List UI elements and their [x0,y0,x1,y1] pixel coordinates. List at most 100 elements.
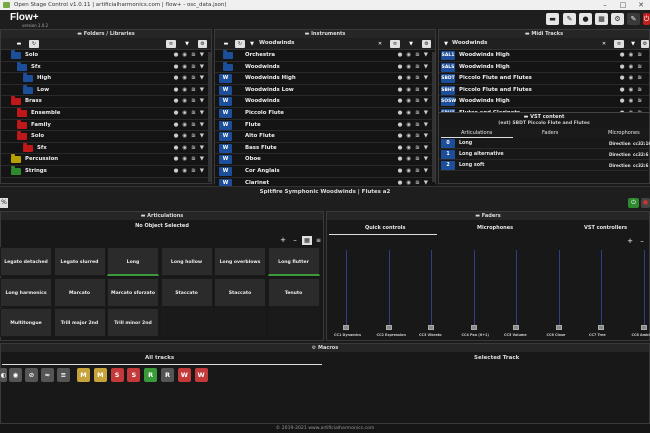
folder-icon[interactable]: ▬ [546,13,559,25]
folder-row[interactable]: Low ●◉≋▼ [1,84,211,97]
fader-track[interactable] [601,250,602,325]
folder-row[interactable]: Brass ●◉≋▼ [1,96,211,108]
vst-tab-faders[interactable]: Faders [542,130,558,136]
row-controls-icons[interactable]: ●◉≋▼ [174,143,208,154]
instrument-row[interactable]: W Cor Anglais ●◉≋▼ [215,165,435,178]
list-icon[interactable]: ≡ [57,368,70,382]
fader-track[interactable] [516,250,517,325]
articulation-cell[interactable]: Legato slurred [53,247,106,276]
record-icon[interactable]: ● [641,198,650,208]
fader-handle[interactable] [343,325,349,330]
folders-scrollbar[interactable] [208,52,211,182]
midi-track-row[interactable]: SBDT Piccolo Flute and Flutes ●◉≋ [439,73,649,85]
row-controls-icons[interactable]: ●◉≋▼ [174,166,208,177]
row-controls-icons[interactable]: ●◉≋ [620,50,646,61]
vst-articulation-row[interactable]: 2 Long soft Direction cc32:6 [439,160,649,171]
articulation-cell[interactable]: Long flutter [267,247,320,276]
row-controls-icons[interactable]: ●◉≋▼ [398,154,432,165]
instrument-row[interactable]: W Woodwinds Low ●◉≋▼ [215,84,435,97]
fader-track[interactable] [346,250,347,325]
automation-icon[interactable]: ≈ [41,368,54,382]
tab-selected-track[interactable]: Selected Track [474,355,519,361]
instrument-row[interactable]: W Piccolo Flute ●◉≋▼ [215,107,435,120]
macro-button-r[interactable]: R [144,368,158,382]
grid-icon[interactable]: ▦ [595,13,608,25]
articulation-cell[interactable]: Multitongue [0,308,52,337]
fader-track[interactable] [643,250,645,325]
fader-handle[interactable] [385,325,392,330]
articulation-cell[interactable]: Trill minor 2nd [107,308,159,337]
instrument-row[interactable]: Orchestra ●◉≋▼ [215,50,435,62]
funnel-icon[interactable]: ▼ [406,40,416,48]
midi-track-row[interactable]: SAL1 Woodwinds High ●◉≋ [439,50,649,62]
row-controls-icons[interactable]: ●◉≋▼ [398,131,432,142]
fader-track[interactable] [558,250,560,325]
row-controls-icons[interactable]: ●◉≋▼ [398,96,432,107]
row-controls-icons[interactable]: ●◉≋▼ [174,73,208,84]
remove-fader-icon[interactable]: – [637,237,647,246]
close-filter-icon[interactable]: ✕ [375,40,385,48]
eye-icon[interactable]: ◉ [9,368,22,382]
list-toggle-icon[interactable]: ≡ [390,40,400,48]
list-toggle-icon[interactable]: ≡ [166,40,176,48]
fader-track[interactable] [431,250,432,325]
row-controls-icons[interactable]: ●◉≋ [620,85,646,96]
funnel-icon[interactable]: ▼ [628,40,638,48]
close-filter-icon[interactable]: ✕ [599,40,609,48]
settings-icon[interactable]: ⚙ [422,40,431,48]
power-icon[interactable]: ⏻ [643,13,650,25]
row-controls-icons[interactable]: ●◉≋▼ [398,50,432,61]
fader-handle[interactable] [555,325,562,330]
funnel-icon[interactable]: ▼ [182,40,192,48]
close-window-button[interactable]: ✕ [632,0,650,10]
folder-row[interactable]: Strings ●◉≋▼ [1,165,211,178]
maximize-button[interactable]: □ [614,0,632,10]
instruments-scrollbar[interactable] [432,52,435,182]
articulation-cell[interactable]: Trill major 2nd [53,308,106,337]
power-on-icon[interactable]: ⏻ [628,198,639,208]
fader-track[interactable] [473,250,475,325]
settings-icon[interactable]: ⚙ [198,40,207,48]
midi-track-row[interactable]: SOSW Woodwinds High ●◉≋ [439,96,649,108]
zoom-button[interactable]: % [0,198,8,208]
globe-icon[interactable]: ● [579,13,592,25]
macro-button-s[interactable]: S [110,368,124,382]
remove-icon[interactable]: – [290,236,300,245]
eye-off-icon[interactable]: ⊘ [25,368,38,382]
grid-view-icon[interactable]: ▦ [302,236,312,245]
folder-icon[interactable]: ▬ [14,40,24,48]
macro-button-m[interactable]: M [77,368,90,382]
row-controls-icons[interactable]: ●◉≋▼ [398,62,432,73]
articulation-cell[interactable]: Tenuto [267,277,320,307]
macro-button-r[interactable]: R [161,368,174,382]
tab-all-tracks[interactable]: All tracks [145,355,174,361]
row-controls-icons[interactable]: ●◉≋▼ [174,108,208,119]
articulation-cell[interactable]: Legato detached [0,247,52,276]
tab-quick-controls[interactable]: Quick controls [365,225,406,231]
fader-track[interactable] [388,250,390,325]
row-controls-icons[interactable]: ●◉≋▼ [174,154,208,165]
articulation-cell[interactable]: Long overblows [214,247,266,276]
instrument-row[interactable]: W Alto Flute ●◉≋▼ [215,131,435,143]
fader-handle[interactable] [470,325,477,330]
instrument-row[interactable]: Woodwinds ●◉≋▼ [215,61,435,74]
list-toggle-icon[interactable]: ≡ [614,40,624,48]
list-view-icon[interactable]: ≡ [314,236,323,245]
articulation-cell[interactable]: Long hollow [160,247,213,276]
refresh-icon[interactable]: ↻ [235,40,245,48]
minimize-button[interactable]: – [596,0,614,10]
fader-handle[interactable] [513,325,519,330]
midi-track-row[interactable]: SBHT Piccolo Flute and Flutes ●◉≋ [439,84,649,97]
brush-icon[interactable]: ✎ [563,13,576,25]
macro-button-w[interactable]: W [177,368,191,382]
instrument-row[interactable]: W Woodwinds ●◉≋▼ [215,96,435,108]
articulation-cell[interactable]: Long harmonics [0,277,52,307]
macro-button-w[interactable]: W [194,368,208,382]
tab-vst-controllers[interactable]: VST controllers [584,225,627,231]
row-controls-icons[interactable]: ●◉≋▼ [398,166,432,177]
vst-articulation-row[interactable]: 0 Long Direction cc32:16 [439,138,650,149]
vst-tab-microphones[interactable]: Microphones [608,130,640,136]
row-controls-icons[interactable]: ●◉≋▼ [398,143,432,154]
articulation-cell[interactable]: Staccato [160,277,213,307]
folder-row[interactable]: Sfx ●◉≋▼ [1,142,211,155]
